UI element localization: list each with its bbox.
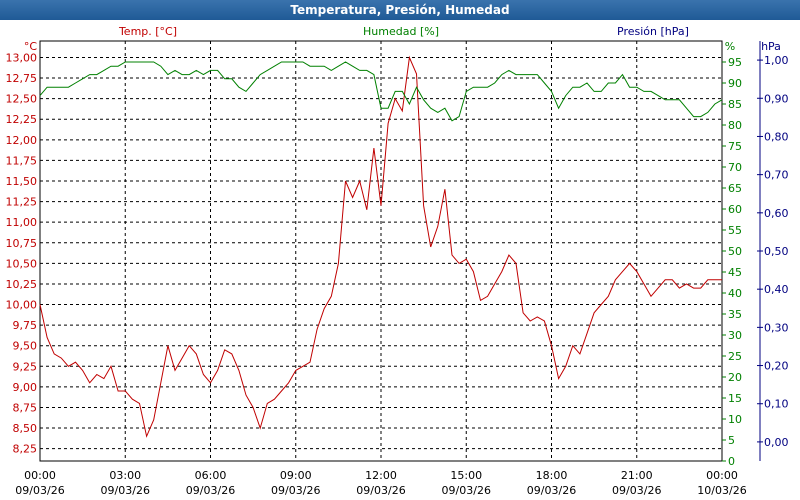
hum-tick-label: 80 bbox=[728, 119, 742, 132]
hum-tick-label: 25 bbox=[728, 350, 742, 363]
temp-tick-label: 8,50 bbox=[13, 422, 38, 435]
x-tick-time: 09:00 bbox=[280, 469, 312, 482]
x-tick-date: 09/03/26 bbox=[186, 484, 235, 497]
x-tick-time: 15:00 bbox=[450, 469, 482, 482]
hum-tick-label: 20 bbox=[728, 371, 742, 384]
pres-tick-label: 0,20 bbox=[764, 360, 789, 373]
hum-tick-label: 15 bbox=[728, 392, 742, 405]
chart-svg: 8,25 8,50 8,75 9,00 9,25 9,50 9,75 10,00 10,25 10… bbox=[6, 25, 789, 497]
pres-unit-label: hPa bbox=[761, 40, 781, 53]
temp-tick-label: 9,50 bbox=[13, 340, 38, 353]
hum-tick-label: 85 bbox=[728, 98, 742, 111]
temp-tick-label: 8,25 bbox=[13, 443, 38, 456]
hum-tick-label: 65 bbox=[728, 182, 742, 195]
pres-tick-label: 0,40 bbox=[764, 283, 789, 296]
x-tick-time: 00:00 bbox=[24, 469, 56, 482]
x-tick-date: 09/03/26 bbox=[101, 484, 150, 497]
x-tick-date: 09/03/26 bbox=[356, 484, 405, 497]
hum-tick-label: 90 bbox=[728, 77, 742, 90]
temp-tick-label: 9,00 bbox=[13, 381, 38, 394]
x-tick-date: 10/03/26 bbox=[697, 484, 746, 497]
pres-tick-label: 0,50 bbox=[764, 245, 789, 258]
chart-window: Temperatura, Presión, Humedad 8,25 8,50 8,… bbox=[0, 0, 800, 500]
hum-tick-label: 70 bbox=[728, 161, 742, 174]
pres-tick-label: 0,10 bbox=[764, 398, 789, 411]
temp-tick-label: 11,00 bbox=[6, 216, 38, 229]
hum-tick-label: 0 bbox=[728, 455, 735, 468]
hum-tick-label: 10 bbox=[728, 413, 742, 426]
hum-tick-label: 30 bbox=[728, 329, 742, 342]
temp-unit-label: °C bbox=[24, 40, 38, 53]
hum-tick-label: 60 bbox=[728, 203, 742, 216]
hum-tick-label: 55 bbox=[728, 224, 742, 237]
x-tick-date: 09/03/26 bbox=[612, 484, 661, 497]
x-tick-time: 00:00 bbox=[706, 469, 738, 482]
temp-tick-label: 11,50 bbox=[6, 175, 38, 188]
pres-tick-label: 0,00 bbox=[764, 436, 789, 449]
pres-tick-label: 0,80 bbox=[764, 130, 789, 143]
pres-tick-label: 0,30 bbox=[764, 321, 789, 334]
temp-tick-label: 9,25 bbox=[13, 360, 38, 373]
pres-tick-label: 0,70 bbox=[764, 169, 789, 182]
temp-tick-label: 13,00 bbox=[6, 51, 38, 64]
x-tick-date: 09/03/26 bbox=[271, 484, 320, 497]
hum-tick-label: 35 bbox=[728, 308, 742, 321]
pres-axis-label: Presión [hPa] bbox=[617, 25, 689, 38]
x-tick-date: 09/03/26 bbox=[15, 484, 64, 497]
temp-tick-label: 12,50 bbox=[6, 93, 38, 106]
temp-tick-label: 10,25 bbox=[6, 278, 38, 291]
temp-tick-label: 11,75 bbox=[6, 154, 38, 167]
temp-tick-label: 10,00 bbox=[6, 299, 38, 312]
temp-axis-label: Temp. [°C] bbox=[118, 25, 177, 38]
temp-tick-label: 12,25 bbox=[6, 113, 38, 126]
x-tick-time: 06:00 bbox=[195, 469, 227, 482]
temp-tick-label: 11,25 bbox=[6, 196, 38, 209]
hum-unit-label: % bbox=[725, 40, 735, 53]
temp-tick-label: 12,75 bbox=[6, 72, 38, 85]
pres-tick-label: 1,00 bbox=[764, 54, 789, 67]
hum-tick-label: 50 bbox=[728, 245, 742, 258]
x-tick-time: 12:00 bbox=[365, 469, 397, 482]
x-tick-date: 09/03/26 bbox=[442, 484, 491, 497]
hum-tick-label: 40 bbox=[728, 287, 742, 300]
x-tick-date: 09/03/26 bbox=[527, 484, 576, 497]
hum-tick-label: 5 bbox=[728, 434, 735, 447]
hum-tick-label: 45 bbox=[728, 266, 742, 279]
pres-tick-label: 0,60 bbox=[764, 207, 789, 220]
x-tick-time: 21:00 bbox=[621, 469, 653, 482]
hum-tick-label: 95 bbox=[728, 56, 742, 69]
temp-tick-label: 10,75 bbox=[6, 237, 38, 250]
x-tick-time: 03:00 bbox=[109, 469, 141, 482]
temp-tick-label: 12,00 bbox=[6, 134, 38, 147]
temp-tick-label: 10,50 bbox=[6, 257, 38, 270]
hum-tick-label: 75 bbox=[728, 140, 742, 153]
temp-tick-label: 8,75 bbox=[13, 401, 38, 414]
temp-tick-label: 9,75 bbox=[13, 319, 38, 332]
x-tick-time: 18:00 bbox=[536, 469, 568, 482]
pres-tick-label: 0,90 bbox=[764, 92, 789, 105]
hum-axis-label: Humedad [%] bbox=[363, 25, 439, 38]
